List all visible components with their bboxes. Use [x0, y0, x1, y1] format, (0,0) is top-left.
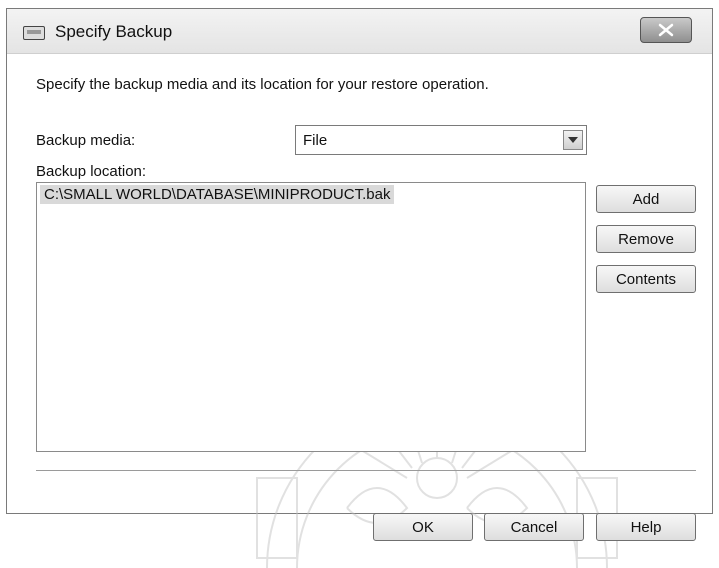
dialog-content: Specify the backup media and its locatio… [7, 53, 712, 568]
cancel-button[interactable]: Cancel [484, 513, 584, 541]
divider [36, 470, 696, 471]
close-button[interactable] [640, 17, 692, 43]
backup-media-value: File [303, 132, 328, 149]
specify-backup-dialog: Specify Backup Specify the backup media … [6, 8, 713, 568]
close-icon [658, 23, 674, 37]
instruction-text: Specify the backup media and its locatio… [36, 76, 489, 93]
backup-location-label: Backup location: [36, 163, 147, 180]
backup-media-label: Backup media: [36, 132, 136, 149]
backup-device-icon [23, 26, 45, 40]
chevron-down-icon[interactable] [563, 130, 583, 150]
list-item[interactable]: C:\SMALL WORLD\DATABASE\MINIPRODUCT.bak [40, 185, 395, 204]
title-bar: Specify Backup [7, 9, 712, 54]
backup-location-list[interactable]: C:\SMALL WORLD\DATABASE\MINIPRODUCT.bak [36, 182, 586, 452]
remove-button[interactable]: Remove [596, 225, 696, 253]
dialog-title: Specify Backup [55, 22, 173, 41]
backup-media-select[interactable]: File [295, 125, 587, 155]
add-button[interactable]: Add [596, 185, 696, 213]
ok-button[interactable]: OK [373, 513, 473, 541]
contents-button[interactable]: Contents [596, 265, 696, 293]
help-button[interactable]: Help [596, 513, 696, 541]
